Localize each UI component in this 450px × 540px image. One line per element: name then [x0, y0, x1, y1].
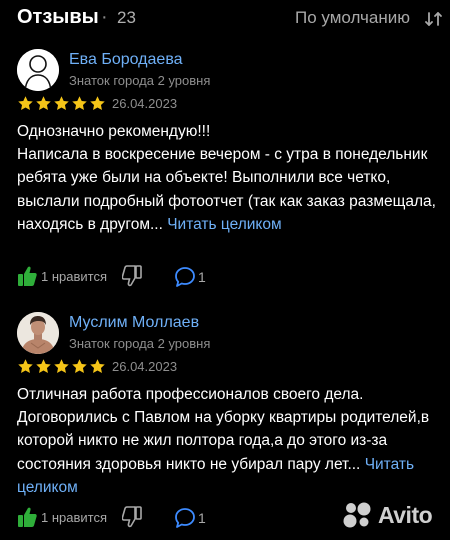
star-icon	[36, 359, 51, 374]
read-more-link[interactable]: Читать целиком	[167, 216, 281, 233]
author-level: Знаток города 2 уровня	[69, 336, 211, 351]
star-icon	[36, 96, 51, 111]
star-icon	[18, 96, 33, 111]
star-icon	[54, 96, 69, 111]
review-card: Ева Бородаева Знаток города 2 уровня 26.…	[0, 49, 450, 299]
comment-count: 1	[198, 510, 206, 526]
thumbs-up-icon[interactable]	[17, 506, 37, 528]
rating-stars	[17, 95, 106, 113]
avatar-photo[interactable]	[17, 312, 59, 354]
like-count: 1 нравится	[41, 510, 107, 525]
star-icon	[72, 96, 87, 111]
user-silhouette-icon	[17, 49, 59, 91]
reviews-count: 23	[117, 8, 136, 27]
review-date: 26.04.2023	[112, 96, 178, 111]
reviews-title: Отзывы	[17, 6, 99, 28]
sort-dropdown-label[interactable]: По умолчанию	[295, 8, 410, 28]
avito-wordmark: Avito	[378, 501, 433, 528]
review-date: 26.04.2023	[112, 359, 178, 374]
rating-stars	[17, 358, 106, 376]
like-count: 1 нравится	[41, 269, 107, 284]
comment-icon[interactable]	[174, 266, 196, 288]
header-separator: ·	[101, 6, 108, 28]
review-text-block: Отличная работа профессионалов своего де…	[17, 383, 442, 499]
reviews-header: Отзывы · 23 По умолчанию	[0, 0, 450, 38]
review-author[interactable]: Муслим Моллаев	[69, 314, 199, 332]
avito-logo-icon	[343, 502, 371, 528]
thumbs-down-icon[interactable]	[122, 506, 142, 528]
avatar-placeholder[interactable]	[17, 49, 59, 91]
comment-icon[interactable]	[174, 507, 196, 529]
user-photo-icon	[17, 312, 59, 354]
thumbs-down-icon[interactable]	[122, 265, 142, 287]
avito-watermark: Avito	[343, 500, 441, 530]
review-author[interactable]: Ева Бородаева	[69, 51, 183, 69]
star-icon	[90, 359, 105, 374]
star-icon	[72, 359, 87, 374]
review-actions: 1 нравится 1	[17, 265, 217, 291]
comment-count: 1	[198, 269, 206, 285]
star-icon	[18, 359, 33, 374]
star-icon	[90, 96, 105, 111]
thumbs-up-icon[interactable]	[17, 265, 37, 287]
review-text-block: Однозначно рекомендую!!! Написала в воск…	[17, 120, 442, 236]
author-level: Знаток города 2 уровня	[69, 73, 211, 88]
sort-icon[interactable]	[425, 10, 443, 28]
review-actions: 1 нравится 1	[17, 506, 217, 532]
star-icon	[54, 359, 69, 374]
